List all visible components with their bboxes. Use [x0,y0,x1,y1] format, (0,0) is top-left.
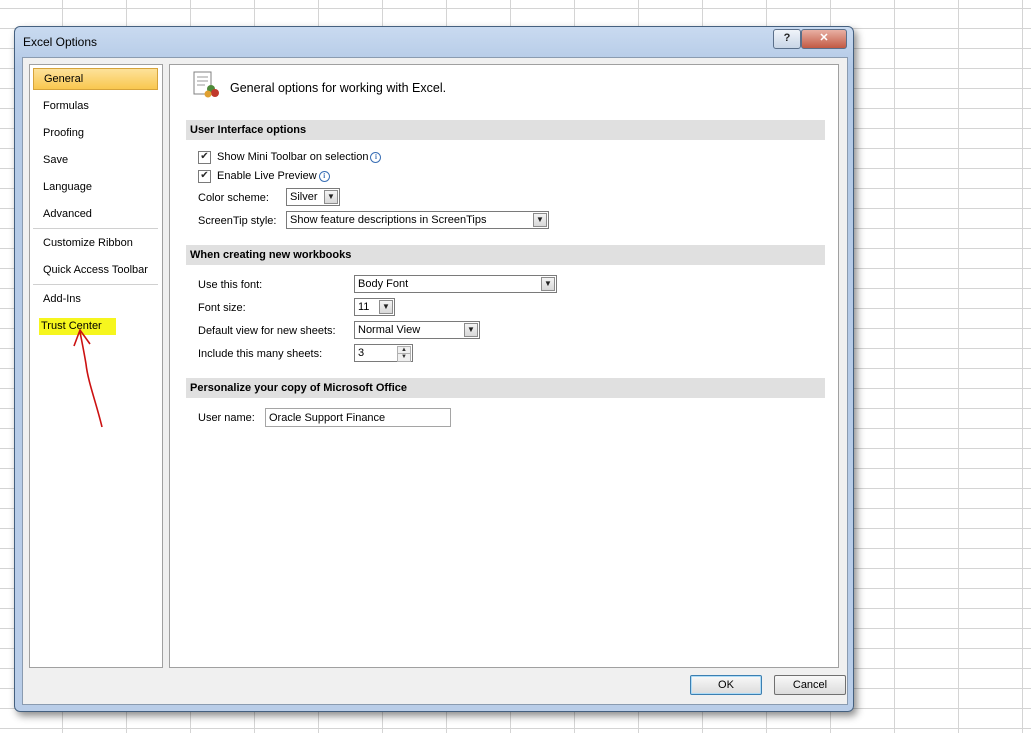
nav-item-label: Advanced [43,208,92,220]
sheets-label: Include this many sheets: [198,348,323,360]
section-personalize: Personalize your copy of Microsoft Offic… [186,378,825,398]
excel-options-dialog: Excel Options ? ✕ General Formulas Proof… [14,26,854,712]
chevron-down-icon[interactable]: ▼ [379,300,393,314]
cancel-button[interactable]: Cancel [774,675,846,695]
screentip-dropdown[interactable]: Show feature descriptions in ScreenTips … [286,211,549,229]
nav-item-save[interactable]: Save [33,149,158,171]
screentip-value: Show feature descriptions in ScreenTips [290,214,487,226]
nav-item-label: Proofing [43,127,84,139]
user-name-label: User name: [198,412,255,424]
nav-item-proofing[interactable]: Proofing [33,122,158,144]
nav-item-general[interactable]: General [33,68,158,90]
user-name-field[interactable]: Oracle Support Finance [265,408,451,427]
sheets-spinner[interactable]: 3 ▲ ▼ [354,344,413,362]
panel-header: General options for working with Excel. [230,81,447,95]
nav-item-add-ins[interactable]: Add-Ins [33,288,158,310]
mini-toolbar-checkbox[interactable]: ✔ [198,151,211,164]
dialog-title: Excel Options [23,35,98,49]
nav-item-advanced[interactable]: Advanced [33,203,158,225]
ok-button[interactable]: OK [690,675,762,695]
live-preview-label: Enable Live Preview i [217,170,330,182]
font-size-dropdown[interactable]: 11 ▼ [354,298,395,316]
chevron-down-icon[interactable]: ▼ [464,323,478,337]
sheets-value: 3 [358,347,365,359]
section-new-workbooks: When creating new workbooks [186,245,825,265]
font-size-label: Font size: [198,302,246,314]
nav-item-label: Quick Access Toolbar [43,264,148,276]
close-button[interactable]: ✕ [801,29,847,49]
color-scheme-value: Silver [290,191,318,203]
user-name-value: Oracle Support Finance [269,412,386,424]
info-icon: i [318,170,330,182]
general-options-icon [193,71,219,98]
dialog-client-area: General Formulas Proofing Save Language … [22,57,848,705]
live-preview-text: Enable Live Preview [217,170,317,182]
options-panel: General options for working with Excel. … [169,64,839,668]
nav-item-label: Customize Ribbon [43,237,133,249]
color-scheme-dropdown[interactable]: Silver ▼ [286,188,340,206]
nav-item-label: Formulas [43,100,89,112]
mini-toolbar-label: Show Mini Toolbar on selection i [217,151,382,163]
nav-item-label: Save [43,154,69,166]
default-view-value: Normal View [358,324,421,336]
help-button[interactable]: ? [773,29,801,49]
nav-item-language[interactable]: Language [33,176,158,198]
default-view-label: Default view for new sheets: [198,325,336,337]
nav-item-label: General [44,73,84,85]
font-dropdown[interactable]: Body Font ▼ [354,275,557,293]
nav-separator [33,284,158,285]
nav-item-quick-access-toolbar[interactable]: Quick Access Toolbar [33,259,158,281]
default-view-dropdown[interactable]: Normal View ▼ [354,321,480,339]
nav-item-customize-ribbon[interactable]: Customize Ribbon [33,232,158,254]
section-ui-options: User Interface options [186,120,825,140]
font-label: Use this font: [198,279,263,291]
mini-toolbar-text: Show Mini Toolbar on selection [217,151,369,163]
live-preview-checkbox[interactable]: ✔ [198,170,211,183]
chevron-down-icon[interactable]: ▼ [533,213,547,227]
nav-item-label: Language [43,181,92,193]
font-size-value: 11 [358,301,370,313]
nav-item-label: Add-Ins [43,293,81,305]
nav-item-formulas[interactable]: Formulas [33,95,158,117]
screentip-label: ScreenTip style: [198,215,277,227]
color-scheme-label: Color scheme: [198,192,269,204]
chevron-down-icon[interactable]: ▼ [324,190,338,204]
title-bar[interactable]: Excel Options ? ✕ [15,27,853,55]
spin-down-icon[interactable]: ▼ [397,353,411,362]
nav-separator [33,228,158,229]
font-value: Body Font [358,278,409,290]
info-icon: i [370,151,382,163]
chevron-down-icon[interactable]: ▼ [541,277,555,291]
annotation-arrow-icon [73,328,103,428]
